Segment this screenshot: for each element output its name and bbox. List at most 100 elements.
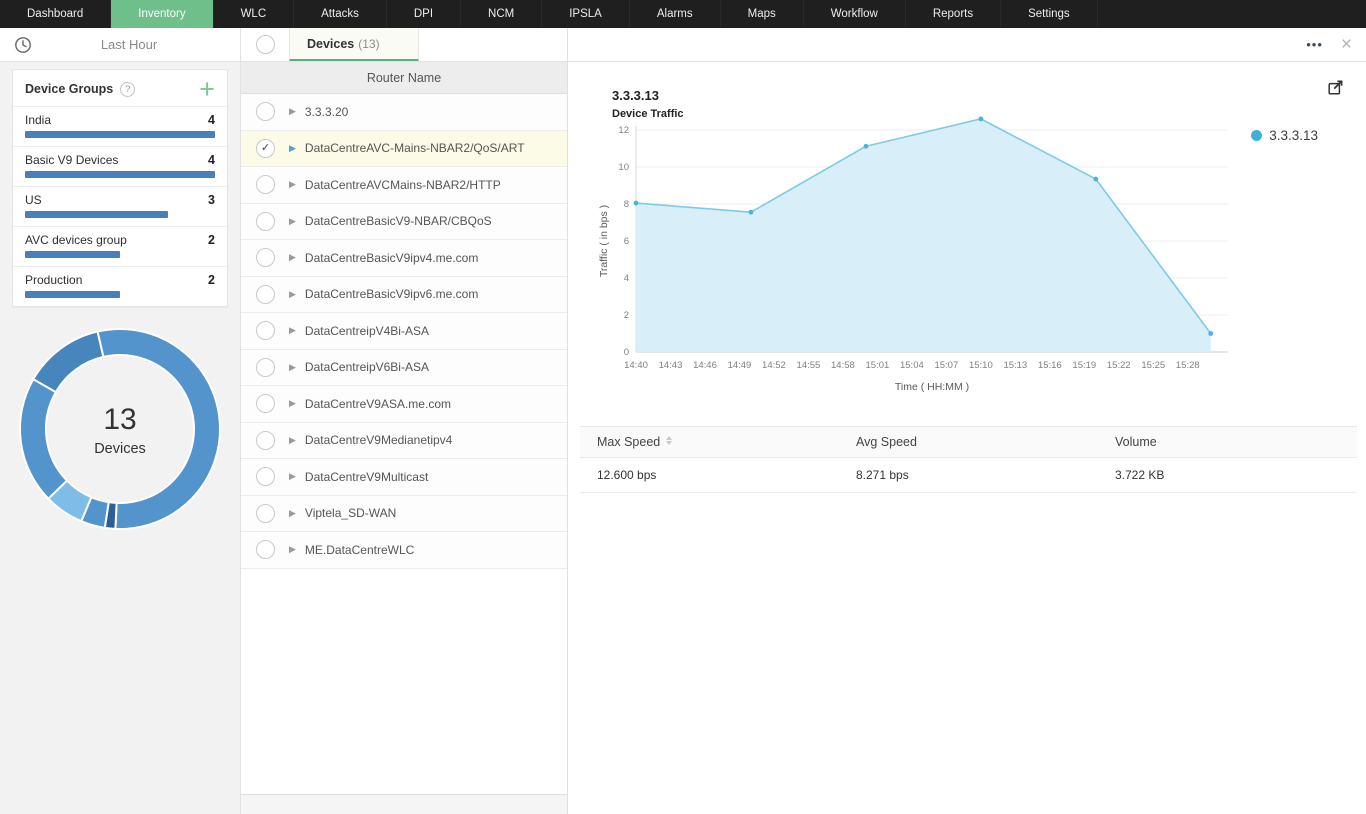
device-row-datacentrev9medianetipv4[interactable]: ▶DataCentreV9Medianetipv4: [241, 423, 567, 460]
tab-devices[interactable]: Devices (13): [289, 28, 419, 61]
devices-donut-chart: 13 Devices: [0, 327, 240, 531]
nav-tab-ncm[interactable]: NCM: [461, 0, 542, 28]
group-row-production[interactable]: Production2: [13, 267, 227, 306]
device-detail-panel: ••• × 3.3.3.13 Device Traffic 0246810121…: [568, 28, 1366, 814]
expand-caret-icon[interactable]: ▶: [289, 325, 296, 336]
device-groups-title: Device Groups: [25, 82, 113, 96]
device-checkbox[interactable]: [256, 102, 275, 121]
device-row-datacentrebasicv9-nbar-cbqos[interactable]: ▶ DataCentreBasicV9-NBAR/CBQoS: [241, 204, 567, 241]
help-icon[interactable]: ?: [120, 82, 135, 97]
device-row-viptela-sd-wan[interactable]: ▶ Viptela_SD-WAN: [241, 496, 567, 533]
nav-tab-dpi[interactable]: DPI: [387, 0, 461, 28]
device-tab-strip: Devices (13): [241, 28, 567, 62]
nav-tab-workflow[interactable]: Workflow: [804, 0, 906, 28]
expand-caret-icon[interactable]: ▶: [289, 216, 296, 227]
device-row-datacentreipv4bi-asa[interactable]: ▶DataCentreipV4Bi-ASA: [241, 313, 567, 350]
device-checkbox[interactable]: [256, 285, 275, 304]
data-point: [1208, 331, 1213, 336]
nav-tab-attacks[interactable]: Attacks: [294, 0, 387, 28]
device-row-datacentreavc-mains-nbar2-qos-art[interactable]: ✓▶DataCentreAVC-Mains-NBAR2/QoS/ART: [241, 131, 567, 168]
device-groups-list: India4Basic V9 Devices4 US 3 AVC devices gr…: [13, 107, 227, 306]
device-row-3-3-3-20[interactable]: ▶3.3.3.20: [241, 94, 567, 131]
group-label: Production: [25, 273, 82, 287]
x-tick-label: 15:25: [1141, 360, 1165, 371]
expand-caret-icon[interactable]: ▶: [289, 362, 296, 373]
group-count: 3: [208, 193, 215, 207]
device-list-footer: [241, 794, 567, 814]
x-tick-label: 14:40: [624, 360, 648, 371]
donut-center-value: 13: [103, 403, 136, 436]
group-row-india[interactable]: India4: [13, 107, 227, 147]
nav-tab-alarms[interactable]: Alarms: [630, 0, 721, 28]
column-header-avg-speed: Avg Speed: [839, 427, 1098, 458]
device-row-datacentreavcmains-nbar2-http[interactable]: ▶DataCentreAVCMains-NBAR2/HTTP: [241, 167, 567, 204]
device-row-datacentrev9asa-me-com[interactable]: ▶DataCentreV9ASA.me.com: [241, 386, 567, 423]
group-count-bar: [25, 171, 215, 178]
summary-value-max-speed: 12.600 bps: [580, 458, 839, 493]
device-row-datacentreipv6bi-asa[interactable]: ▶DataCentreipV6Bi-ASA: [241, 350, 567, 387]
device-checkbox[interactable]: [256, 358, 275, 377]
time-filter[interactable]: Last Hour: [0, 28, 240, 62]
nav-tab-maps[interactable]: Maps: [721, 0, 804, 28]
nav-tab-reports[interactable]: Reports: [906, 0, 1001, 28]
group-count-bar: [25, 251, 120, 258]
device-row-datacentrebasicv9ipv4-me-com[interactable]: ▶DataCentreBasicV9ipv4.me.com: [241, 240, 567, 277]
external-link-icon[interactable]: [1327, 79, 1344, 96]
device-checkbox[interactable]: [256, 394, 275, 413]
nav-tab-wlc[interactable]: WLC: [214, 0, 295, 28]
device-row-datacentrebasicv9ipv6-me-com[interactable]: ▶DataCentreBasicV9ipv6.me.com: [241, 277, 567, 314]
area-fill: [636, 119, 1211, 352]
group-count: 4: [208, 113, 215, 127]
select-all-checkbox[interactable]: [256, 35, 275, 54]
device-checkbox[interactable]: [256, 321, 275, 340]
x-axis-label: Time ( HH:MM ): [895, 381, 969, 393]
y-tick-label: 2: [624, 310, 629, 321]
expand-caret-icon[interactable]: ▶: [289, 471, 296, 482]
donut-svg: 13 Devices: [18, 327, 222, 531]
x-tick-label: 15:22: [1107, 360, 1131, 371]
device-checkbox[interactable]: [256, 212, 275, 231]
device-checkbox[interactable]: [256, 504, 275, 523]
device-row-me-datacentrewlc[interactable]: ▶ME.DataCentreWLC: [241, 532, 567, 569]
x-tick-label: 14:52: [762, 360, 786, 371]
device-name: Viptela_SD-WAN: [305, 506, 396, 520]
expand-caret-icon[interactable]: ▶: [289, 508, 296, 519]
x-tick-label: 15:28: [1176, 360, 1200, 371]
expand-caret-icon[interactable]: ▶: [289, 435, 296, 446]
expand-caret-icon[interactable]: ▶: [289, 179, 296, 190]
nav-tab-ipsla[interactable]: IPSLA: [542, 0, 630, 28]
column-header-max-speed[interactable]: Max Speed: [580, 427, 839, 458]
device-name: DataCentreBasicV9-NBAR/CBQoS: [305, 214, 492, 228]
device-checkbox[interactable]: [256, 540, 275, 559]
device-checkbox[interactable]: ✓: [256, 139, 275, 158]
group-label: US: [25, 193, 42, 207]
donut-center-label: Devices: [94, 441, 146, 457]
legend-dot: [1251, 130, 1262, 141]
expand-caret-icon[interactable]: ▶: [289, 398, 296, 409]
close-icon[interactable]: ×: [1341, 35, 1352, 54]
device-groups-header: Device Groups ? +: [13, 70, 227, 107]
data-point: [978, 117, 983, 122]
group-row-us[interactable]: US 3: [13, 187, 227, 227]
device-checkbox[interactable]: [256, 467, 275, 486]
data-point: [634, 201, 639, 206]
device-checkbox[interactable]: [256, 431, 275, 450]
device-checkbox[interactable]: [256, 175, 275, 194]
device-row-datacentrev9multicast[interactable]: ▶DataCentreV9Multicast: [241, 459, 567, 496]
device-checkbox[interactable]: [256, 248, 275, 267]
group-row-basic-v9-devices[interactable]: Basic V9 Devices4: [13, 147, 227, 187]
expand-caret-icon[interactable]: ▶: [289, 289, 296, 300]
expand-caret-icon[interactable]: ▶: [289, 106, 296, 117]
expand-caret-icon[interactable]: ▶: [289, 544, 296, 555]
y-tick-label: 0: [624, 347, 629, 358]
expand-caret-icon[interactable]: ▶: [289, 252, 296, 263]
more-menu-icon[interactable]: •••: [1306, 37, 1323, 52]
nav-tab-inventory[interactable]: Inventory: [111, 0, 213, 28]
add-group-button[interactable]: +: [199, 80, 215, 98]
expand-caret-icon[interactable]: ▶: [289, 143, 296, 154]
group-count-bar: [25, 291, 120, 298]
y-tick-label: 6: [624, 236, 629, 247]
nav-tab-dashboard[interactable]: Dashboard: [0, 0, 111, 28]
group-row-avc-devices-group[interactable]: AVC devices group2: [13, 227, 227, 267]
nav-tab-settings[interactable]: Settings: [1001, 0, 1098, 28]
